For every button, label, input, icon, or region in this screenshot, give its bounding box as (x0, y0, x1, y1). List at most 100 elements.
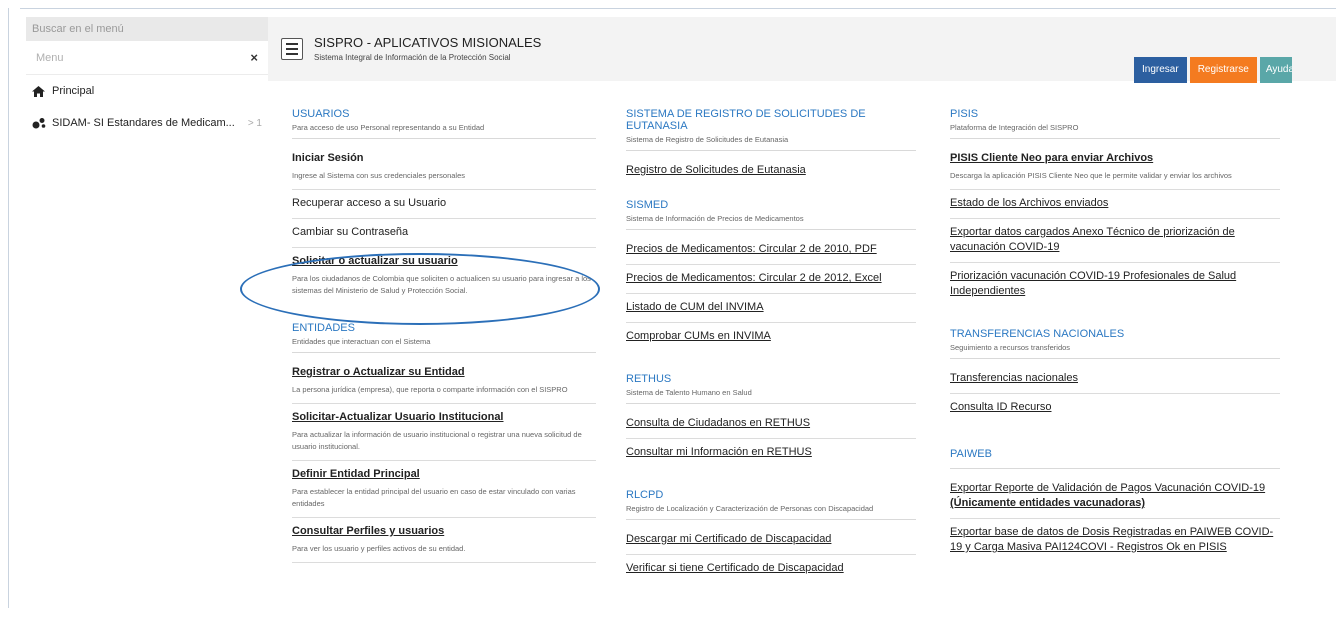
section-subtitle: Sistema de Información de Precios de Med… (626, 214, 804, 223)
precios-pdf-link[interactable]: Precios de Medicamentos: Circular 2 de 2… (626, 242, 916, 257)
estado-archivos-link[interactable]: Estado de los Archivos enviados (950, 196, 1280, 211)
divider (626, 519, 916, 520)
item-description: Para los ciudadanos de Colombia que soli… (292, 274, 591, 295)
descargar-certificado-link[interactable]: Descargar mi Certificado de Discapacidad (626, 532, 916, 547)
column-pisis-transferencias-paiweb: PISIS Plataforma de Integración del SISP… (950, 108, 1280, 562)
registrarse-button[interactable]: Registrarse (1189, 57, 1257, 83)
section-title: PAIWEB (950, 448, 992, 460)
divider (292, 138, 596, 139)
section-title: PISIS (950, 108, 979, 120)
list-item: Transferencias nacionales (950, 365, 1280, 394)
divider (950, 468, 1280, 469)
registro-eutanasia-link[interactable]: Registro de Solicitudes de Eutanasia (626, 163, 916, 178)
column-eutanasia-sismed-rethus: SISTEMA DE REGISTRO DE SOLICITUDES DE EU… (626, 108, 916, 583)
section-title: ENTIDADES (292, 322, 355, 334)
ayuda-button[interactable]: Ayuda (1259, 57, 1292, 83)
item-description: Descarga la aplicación PISIS Cliente Neo… (950, 171, 1232, 180)
list-item: Recuperar acceso a su Usuario (292, 190, 596, 219)
ingresar-button[interactable]: Ingresar (1134, 57, 1187, 83)
circles-icon (32, 117, 52, 129)
list-item: Precios de Medicamentos: Circular 2 de 2… (626, 236, 916, 265)
list-item: Consulta ID Recurso (950, 394, 1280, 422)
section-subtitle: Para acceso de uso Personal representand… (292, 123, 485, 132)
consulta-id-recurso-link[interactable]: Consulta ID Recurso (950, 400, 1280, 415)
list-item: Priorización vacunación COVID-19 Profesi… (950, 263, 1280, 306)
page-title: SISPRO - APLICATIVOS MISIONALES (314, 35, 542, 50)
transferencias-nacionales-link[interactable]: Transferencias nacionales (950, 371, 1280, 386)
hamburger-menu-icon[interactable] (281, 38, 303, 60)
column-usuarios-entidades: USUARIOS Para acceso de uso Personal rep… (292, 108, 596, 563)
solicitar-usuario-link[interactable]: Solicitar o actualizar su usuario (292, 254, 596, 269)
section-title: TRANSFERENCIAS NACIONALES (950, 328, 1125, 340)
page-header: SISPRO - APLICATIVOS MISIONALES Sistema … (268, 17, 1336, 83)
list-item: Comprobar CUMs en INVIMA (626, 323, 916, 351)
pisis-cliente-neo-link[interactable]: PISIS Cliente Neo para enviar Archivos (950, 151, 1280, 166)
consulta-ciudadanos-rethus-link[interactable]: Consulta de Ciudadanos en RETHUS (626, 416, 916, 431)
exportar-anexo-covid-link[interactable]: Exportar datos cargados Anexo Técnico de… (950, 225, 1280, 255)
section-subtitle: Seguimiento a recursos transferidos (950, 343, 1071, 352)
cambiar-contrasena-link[interactable]: Cambiar su Contraseña (292, 225, 596, 240)
iniciar-sesion-link[interactable]: Iniciar Sesión (292, 151, 596, 166)
frame-left-border (8, 8, 9, 608)
usuario-institucional-link[interactable]: Solicitar-Actualizar Usuario Institucion… (292, 410, 596, 425)
list-item: Registrar o Actualizar su Entidad La per… (292, 359, 596, 404)
list-item: Cambiar su Contraseña (292, 219, 596, 248)
exportar-dosis-registradas-link[interactable]: Exportar base de datos de Dosis Registra… (950, 525, 1280, 555)
home-icon (32, 85, 52, 97)
sidebar-item-sidam[interactable]: SIDAM- SI Estandares de Medicam... > 1 (26, 107, 268, 139)
sidebar-item-principal[interactable]: Principal (26, 75, 268, 107)
page-subtitle: Sistema Integral de Información de la Pr… (314, 53, 511, 62)
header-buttons: Ingresar Registrarse Ayuda (1134, 57, 1292, 83)
list-item: Estado de los Archivos enviados (950, 190, 1280, 219)
divider (626, 403, 916, 404)
priorizacion-profesionales-link[interactable]: Priorización vacunación COVID-19 Profesi… (950, 269, 1280, 299)
sidebar: Buscar en el menú Menu × Principal SIDAM… (26, 17, 268, 607)
list-item: Iniciar Sesión Ingrese al Sistema con su… (292, 145, 596, 190)
list-item: Solicitar o actualizar su usuario Para l… (292, 248, 596, 304)
list-item: Consulta de Ciudadanos en RETHUS (626, 410, 916, 439)
item-description: Ingrese al Sistema con sus credenciales … (292, 171, 466, 180)
list-item: Solicitar-Actualizar Usuario Institucion… (292, 404, 596, 461)
list-item: Exportar base de datos de Dosis Registra… (950, 519, 1280, 562)
exportar-reporte-pagos-note[interactable]: (Únicamente entidades vacunadoras) (950, 496, 1280, 511)
menu-search-input[interactable]: Buscar en el menú (26, 17, 268, 41)
divider (292, 352, 596, 353)
list-item: Consultar Perfiles y usuarios Para ver l… (292, 518, 596, 563)
list-item: Listado de CUM del INVIMA (626, 294, 916, 323)
section-title: SISMED (626, 199, 669, 211)
list-item: Definir Entidad Principal Para establece… (292, 461, 596, 518)
sidebar-item-label: SIDAM- SI Estandares de Medicam... (52, 117, 235, 129)
section-subtitle: Sistema de Registro de Solicitudes de Eu… (626, 135, 789, 144)
perfiles-usuarios-link[interactable]: Consultar Perfiles y usuarios (292, 524, 596, 539)
entidad-principal-link[interactable]: Definir Entidad Principal (292, 467, 596, 482)
section-subtitle: Registro de Localización y Caracterizaci… (626, 504, 874, 513)
listado-cum-link[interactable]: Listado de CUM del INVIMA (626, 300, 916, 315)
precios-excel-link[interactable]: Precios de Medicamentos: Circular 2 de 2… (626, 271, 916, 286)
exportar-reporte-pagos-link[interactable]: Exportar Reporte de Validación de Pagos … (950, 481, 1280, 496)
section-title: USUARIOS (292, 108, 350, 120)
registrar-entidad-link[interactable]: Registrar o Actualizar su Entidad (292, 365, 596, 380)
list-item: Consultar mi Información en RETHUS (626, 439, 916, 467)
list-item: PISIS Cliente Neo para enviar Archivos D… (950, 145, 1280, 190)
divider (950, 138, 1280, 139)
close-icon[interactable]: × (250, 50, 258, 65)
list-item: Verificar si tiene Certificado de Discap… (626, 555, 916, 583)
section-subtitle: Plataforma de Integración del SISPRO (950, 123, 1079, 132)
list-item: Exportar Reporte de Validación de Pagos … (950, 475, 1280, 519)
consultar-mi-informacion-rethus-link[interactable]: Consultar mi Información en RETHUS (626, 445, 916, 460)
menu-header: Menu × (26, 41, 268, 75)
list-item: Precios de Medicamentos: Circular 2 de 2… (626, 265, 916, 294)
frame-top-border (20, 8, 1336, 9)
verificar-certificado-link[interactable]: Verificar si tiene Certificado de Discap… (626, 561, 916, 576)
divider (626, 150, 916, 151)
divider (950, 358, 1280, 359)
sidebar-item-count: > 1 (247, 117, 262, 129)
item-description: Para actualizar la información de usuari… (292, 430, 582, 451)
list-item: Descargar mi Certificado de Discapacidad (626, 526, 916, 555)
recuperar-acceso-link[interactable]: Recuperar acceso a su Usuario (292, 196, 596, 211)
item-description: La persona jurídica (empresa), que repor… (292, 385, 568, 394)
menu-label: Menu (36, 51, 64, 64)
comprobar-cums-link[interactable]: Comprobar CUMs en INVIMA (626, 329, 916, 344)
divider (626, 229, 916, 230)
section-subtitle: Entidades que interactuan con el Sistema (292, 337, 431, 346)
